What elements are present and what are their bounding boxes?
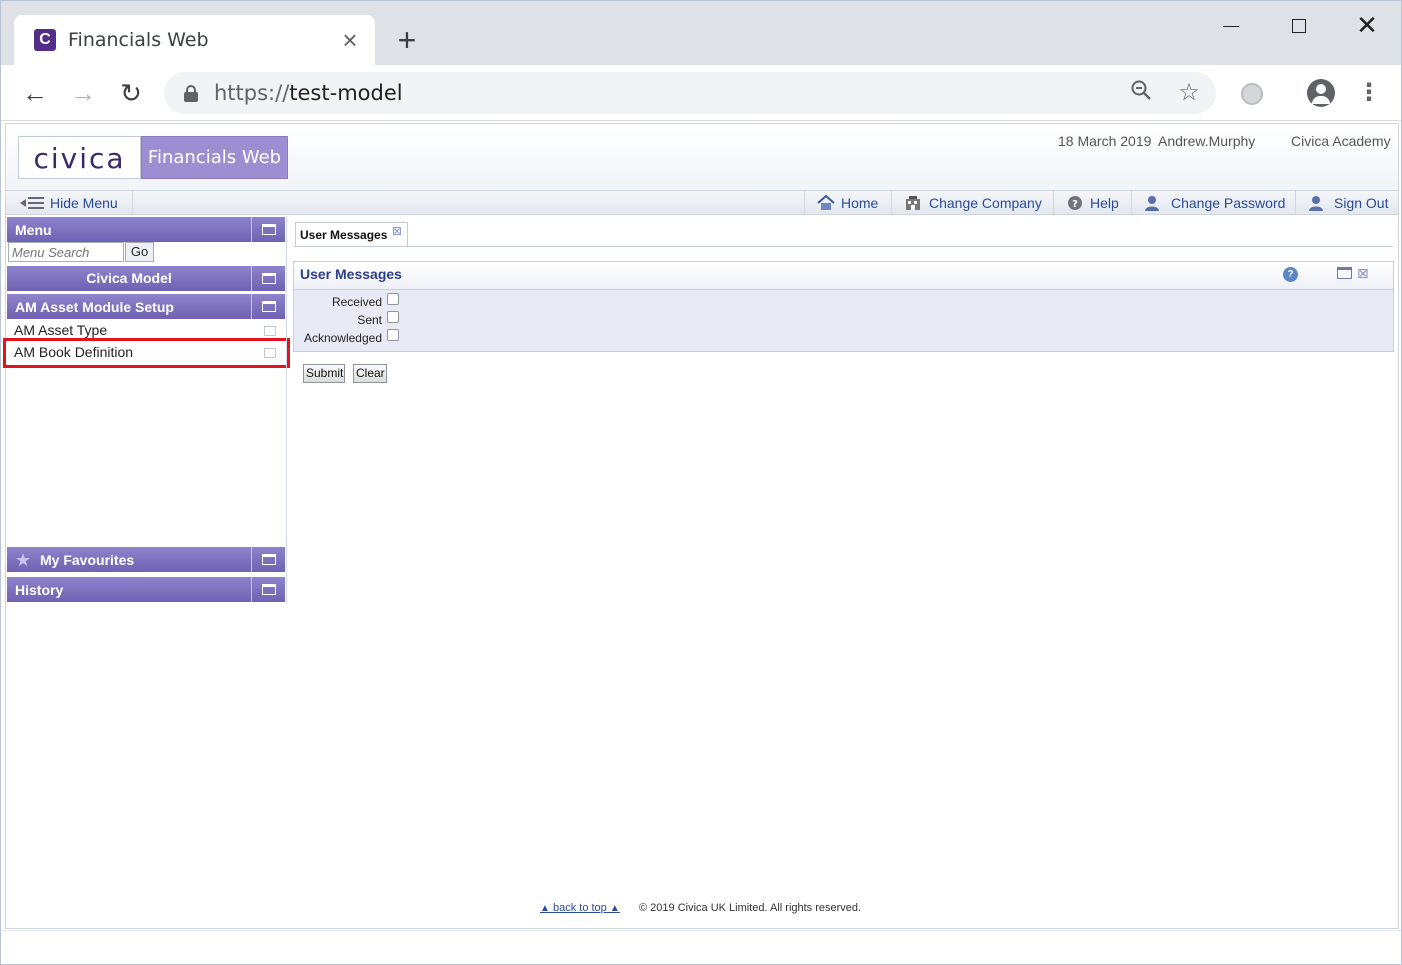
svg-text:?: ?: [1072, 199, 1078, 210]
product-brand: Financials Web: [141, 136, 288, 179]
help-icon[interactable]: ?: [1283, 267, 1298, 282]
extension-icon[interactable]: [1241, 83, 1263, 105]
panel-close-icon[interactable]: ⊠: [1357, 265, 1369, 282]
clear-button[interactable]: Clear: [353, 364, 387, 383]
new-tab-icon[interactable]: +: [391, 23, 423, 57]
user-key-icon: [1145, 196, 1159, 211]
section-header[interactable]: AM Asset Module Setup: [7, 294, 285, 319]
menu-panel-header[interactable]: Menu: [7, 217, 285, 242]
favourites-star-icon: ★: [15, 550, 32, 570]
acknowledged-checkbox[interactable]: [387, 329, 399, 341]
civica-logo[interactable]: civica: [18, 136, 141, 179]
change-company-link[interactable]: Change Company: [891, 191, 1053, 215]
browser-window: C Financials Web × + ✕ ← → ↻ https://tes…: [0, 0, 1402, 965]
profile-icon[interactable]: [1307, 79, 1335, 107]
tab-underline: [294, 246, 1393, 247]
home-icon: [817, 195, 835, 210]
sent-label: Sent: [357, 313, 382, 327]
top-menu-bar: Hide Menu Home Change Company ? Help Cha…: [6, 190, 1398, 215]
lock-icon[interactable]: [184, 85, 198, 102]
acknowledged-label: Acknowledged: [303, 331, 382, 345]
open-window-icon[interactable]: [264, 326, 276, 336]
close-icon[interactable]: ×: [338, 25, 362, 55]
footer: ▲ back to top ▲ © 2019 Civica UK Limited…: [6, 902, 1398, 920]
browser-toolbar: ← → ↻ https://test-model ☆ ⋮: [1, 65, 1401, 121]
sidebar-divider: [286, 216, 287, 604]
panel-window-icon[interactable]: [1337, 267, 1352, 279]
up-arrow-icon: ▲: [609, 903, 620, 914]
tab-title: Financials Web: [68, 29, 209, 51]
back-to-top-link[interactable]: ▲ back to top ▲: [540, 902, 620, 914]
reload-icon[interactable]: ↻: [113, 75, 149, 111]
change-password-link[interactable]: Change Password: [1131, 191, 1295, 215]
help-icon: ?: [1068, 196, 1082, 210]
browser-tab[interactable]: C Financials Web ×: [14, 15, 375, 65]
menu-search-input[interactable]: [8, 242, 124, 262]
minimize-icon[interactable]: [1201, 5, 1261, 45]
address-bar[interactable]: https://test-model ☆: [164, 72, 1216, 114]
tab-close-icon[interactable]: ⊠: [392, 224, 402, 238]
hide-menu-button[interactable]: Hide Menu: [6, 191, 133, 215]
forward-arrow-icon[interactable]: →: [65, 75, 101, 111]
sign-out-link[interactable]: Sign Out: [1295, 191, 1398, 215]
url-text[interactable]: https://test-model: [214, 81, 403, 105]
sign-out-icon: [1309, 196, 1323, 211]
tab-strip: C Financials Web × + ✕: [1, 1, 1401, 65]
submit-button[interactable]: Submit: [303, 364, 345, 383]
received-checkbox[interactable]: [387, 293, 399, 305]
user-messages-panel: User Messages ? ⊠ Received Sent Acknowle…: [293, 261, 1394, 352]
building-icon: [906, 196, 920, 210]
history-window-icon[interactable]: [251, 577, 285, 602]
favourites-window-icon[interactable]: [251, 547, 285, 572]
menu-link-am-asset-type[interactable]: AM Asset Type: [14, 322, 107, 338]
back-arrow-icon[interactable]: ←: [17, 75, 53, 111]
header-user: Andrew.Murphy: [1158, 133, 1256, 149]
copyright-text: © 2019 Civica UK Limited. All rights res…: [639, 902, 862, 914]
history-header[interactable]: History: [7, 577, 285, 602]
home-link[interactable]: Home: [804, 191, 891, 215]
company-window-icon[interactable]: [251, 266, 285, 291]
status-strip: [1, 930, 1401, 964]
highlight-annotation: [3, 338, 290, 368]
tab-user-messages[interactable]: User Messages ⊠: [295, 222, 408, 246]
go-button[interactable]: Go: [125, 242, 154, 262]
header-date: 18 March 2019: [1058, 133, 1152, 149]
page-content: civica Financials Web 18 March 2019 Andr…: [3, 123, 1399, 929]
up-arrow-icon: ▲: [540, 903, 550, 914]
panel-window-icon[interactable]: [251, 217, 285, 242]
received-label: Received: [331, 295, 382, 309]
civica-favicon-icon: C: [34, 29, 56, 51]
menu-kebab-icon[interactable]: ⋮: [1357, 77, 1381, 109]
panel-header: User Messages ? ⊠: [294, 262, 1393, 290]
star-icon[interactable]: ☆: [1174, 79, 1204, 107]
company-header[interactable]: Civica Model: [7, 266, 285, 291]
window-close-icon[interactable]: ✕: [1337, 5, 1397, 45]
hide-menu-icon: [20, 197, 44, 209]
help-link[interactable]: ? Help: [1053, 191, 1131, 215]
favourites-header[interactable]: ★ My Favourites: [7, 547, 285, 572]
section-export-icon[interactable]: [251, 294, 285, 319]
panel-title: User Messages: [300, 266, 402, 282]
panel-body: Received Sent Acknowledged: [294, 290, 1393, 351]
maximize-icon[interactable]: [1269, 5, 1329, 45]
app-header: civica Financials Web 18 March 2019 Andr…: [6, 124, 1398, 190]
sent-checkbox[interactable]: [387, 311, 399, 323]
header-organisation: Civica Academy: [1291, 133, 1391, 149]
zoom-icon[interactable]: [1126, 79, 1156, 107]
